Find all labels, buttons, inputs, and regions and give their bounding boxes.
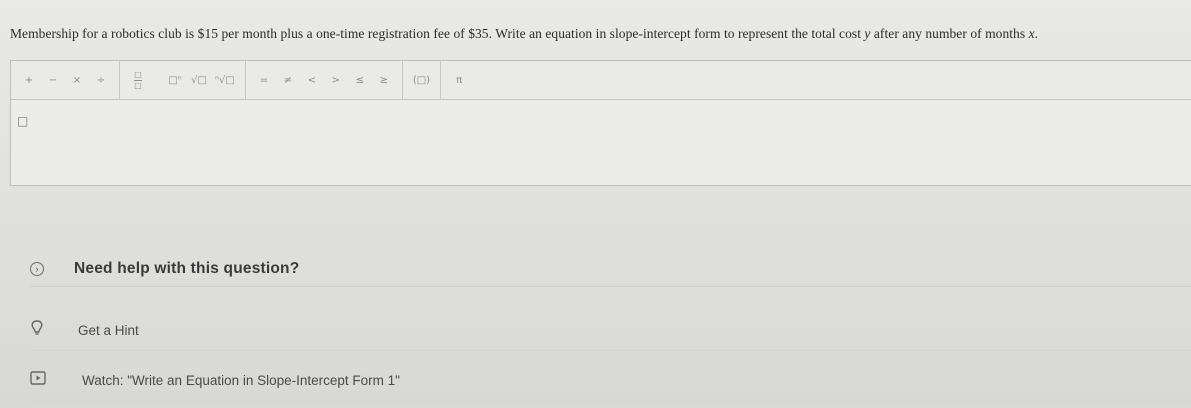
operator-group: + − × ÷	[11, 61, 120, 99]
minus-button[interactable]: −	[42, 70, 64, 90]
get-hint-label: Get a Hint	[78, 322, 139, 338]
watch-video-link[interactable]: Watch: "Write an Equation in Slope-Inter…	[30, 366, 1191, 394]
less-equal-button[interactable]: ≤	[349, 70, 371, 90]
watch-video-label: Watch: "Write an Equation in Slope-Inter…	[82, 372, 400, 388]
relation-group: = ≠ < > ≤ ≥	[246, 61, 403, 99]
structure-group: □ □ □ⁿ √□ ⁿ√□	[120, 61, 246, 99]
times-button[interactable]: ×	[66, 70, 88, 90]
question-text-end: .	[1034, 26, 1039, 41]
divide-button[interactable]: ÷	[90, 70, 112, 90]
constant-group: π	[441, 61, 477, 99]
fraction-button[interactable]: □ □	[127, 70, 149, 90]
get-hint-link[interactable]: Get a Hint	[30, 316, 1191, 344]
pi-button[interactable]: π	[448, 70, 470, 90]
watch-divider	[30, 400, 1191, 401]
need-help-label: Need help with this question?	[74, 260, 300, 277]
less-than-button[interactable]: <	[301, 70, 323, 90]
answer-placeholder-box: □	[17, 114, 29, 128]
lightbulb-icon	[30, 319, 44, 341]
question-text-start: Membership for a robotics club is $15 pe…	[10, 26, 865, 41]
paren-group: (□)	[403, 61, 442, 99]
question-text: Membership for a robotics club is $15 pe…	[10, 26, 1185, 42]
need-help-toggle[interactable]: › Need help with this question?	[30, 252, 1191, 287]
chevron-right-icon: ›	[30, 262, 44, 276]
nth-root-button[interactable]: ⁿ√□	[212, 70, 238, 90]
fraction-denominator: □	[134, 80, 142, 90]
parentheses-button[interactable]: (□)	[410, 70, 433, 90]
exponent-button[interactable]: □ⁿ	[164, 70, 186, 90]
video-icon	[30, 370, 46, 390]
math-editor: + − × ÷ □ □ □ⁿ √□ ⁿ√□ = ≠ < > ≤ ≥ (□) π …	[10, 60, 1191, 186]
math-toolbar: + − × ÷ □ □ □ⁿ √□ ⁿ√□ = ≠ < > ≤ ≥ (□) π	[11, 61, 1191, 100]
sqrt-button[interactable]: √□	[188, 70, 210, 90]
not-equal-button[interactable]: ≠	[277, 70, 299, 90]
answer-input[interactable]: □	[11, 100, 1191, 184]
greater-equal-button[interactable]: ≥	[373, 70, 395, 90]
question-text-middle: after any number of months	[870, 26, 1029, 41]
fraction-numerator: □	[134, 69, 142, 79]
equals-button[interactable]: =	[253, 70, 275, 90]
hint-divider	[30, 350, 1191, 351]
greater-than-button[interactable]: >	[325, 70, 347, 90]
plus-button[interactable]: +	[18, 70, 40, 90]
